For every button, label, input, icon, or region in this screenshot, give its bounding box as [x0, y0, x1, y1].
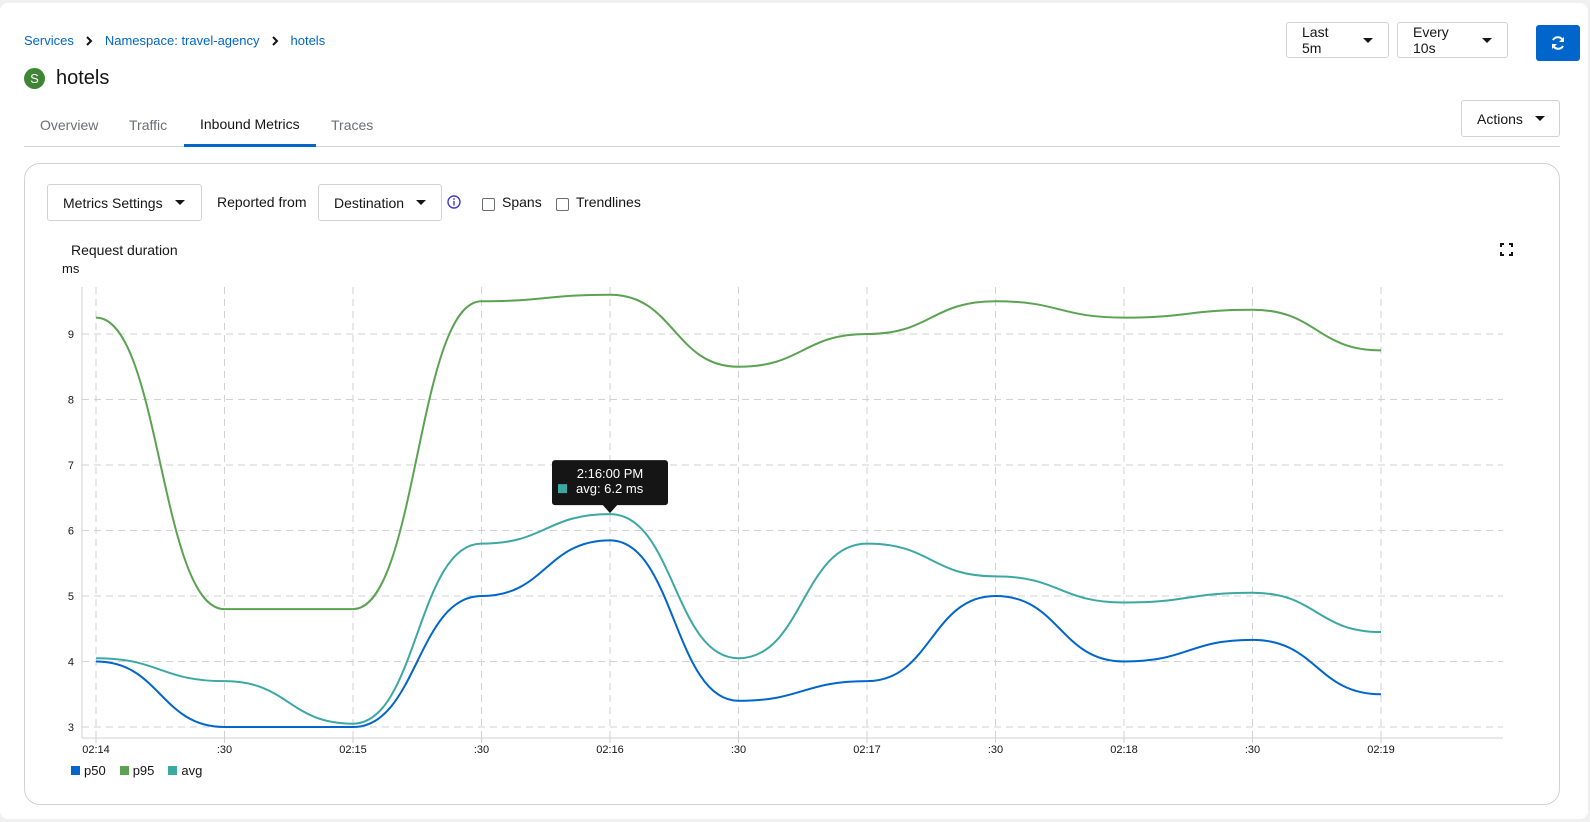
legend-swatch — [119, 766, 129, 775]
legend-item[interactable]: p50 — [71, 763, 106, 778]
tooltip-swatch — [558, 484, 567, 494]
x-tick-label: :30 — [1245, 744, 1260, 756]
chart-legend: p50 p95 avg — [71, 763, 216, 778]
x-tick-label: 02:17 — [853, 744, 881, 756]
tooltip-value: avg: 6.2 ms — [576, 481, 644, 496]
legend-label: avg — [181, 763, 203, 778]
y-tick-label: 7 — [68, 460, 74, 472]
page: Services Namespace: travel-agency hotels… — [0, 3, 1588, 819]
x-tick-label: 02:15 — [339, 744, 367, 756]
y-tick-label: 6 — [68, 526, 74, 538]
x-tick-label: :30 — [731, 744, 746, 756]
legend-swatch — [168, 766, 178, 775]
x-tick-label: 02:18 — [1110, 744, 1138, 756]
y-tick-label: 4 — [68, 657, 74, 669]
legend-item[interactable]: avg — [168, 763, 202, 778]
y-tick-label: 3 — [68, 722, 74, 734]
tooltip-arrow — [602, 504, 618, 514]
x-tick-label: :30 — [988, 744, 1003, 756]
x-tick-label: 02:14 — [82, 744, 110, 756]
y-tick-label: 5 — [68, 591, 74, 603]
legend-label: p50 — [84, 763, 106, 778]
x-tick-label: 02:19 — [1367, 744, 1395, 756]
chart-tooltip: 2:16:00 PMavg: 6.2 ms — [552, 460, 668, 514]
legend-label: p95 — [132, 763, 155, 778]
legend-item[interactable]: p95 — [119, 763, 155, 778]
legend-swatch — [71, 766, 80, 775]
x-tick-label: :30 — [474, 744, 489, 756]
y-tick-label: 8 — [68, 395, 74, 407]
x-tick-label: :30 — [217, 744, 232, 756]
request-duration-chart: 3 4 5 6 7 8 9 02:14 :30 02:15 :30 02:16 :30 02:17 :30 0… — [68, 287, 1503, 756]
x-tick-label: 02:16 — [596, 744, 624, 756]
tooltip-time: 2:16:00 PM — [577, 466, 644, 481]
y-tick-label: 9 — [68, 329, 74, 341]
